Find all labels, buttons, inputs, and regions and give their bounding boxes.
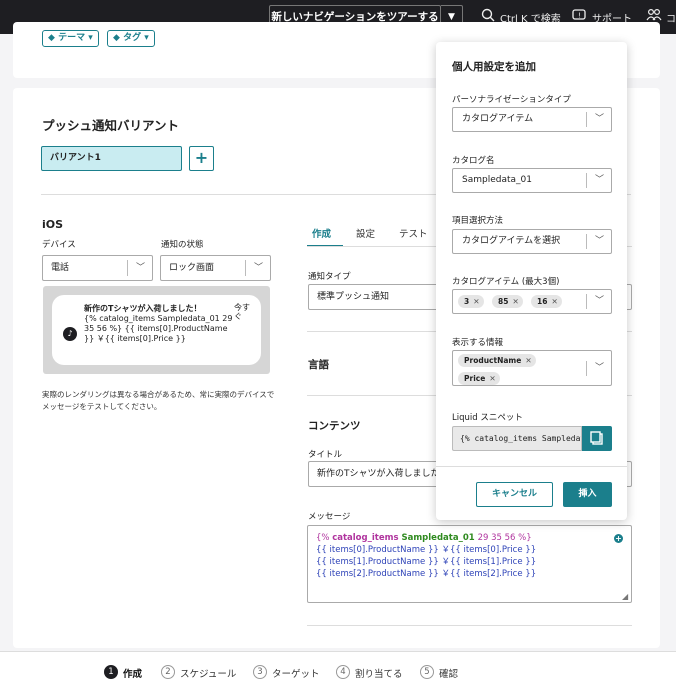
remove-chip-icon[interactable]: ✕ (473, 297, 479, 306)
personalization-type-value: カタログアイテム (462, 114, 534, 124)
add-personalization-icon[interactable]: + (614, 534, 623, 543)
tag-icon: ◆ (113, 33, 120, 43)
step-number: 4 (336, 665, 350, 679)
chevron-down-icon: ﹀ (594, 236, 604, 246)
title-label: タイトル (308, 450, 343, 460)
chevron-down-icon: ﹀ (594, 114, 604, 124)
section-title: プッシュ通知バリアント (42, 118, 180, 133)
contents-label: コンテンツ (308, 420, 361, 432)
palette-icon: ◆ (48, 33, 55, 43)
tab-compose[interactable]: 作成 (312, 226, 331, 240)
catalog-name-label: カタログ名 (452, 156, 495, 166)
device-label: デバイス (42, 240, 76, 250)
device-value: 電話 (51, 263, 70, 273)
remove-chip-icon[interactable]: ✕ (512, 297, 518, 306)
message-label: メッセージ (308, 512, 351, 522)
notification-time: 今すぐ (234, 303, 250, 321)
search-icon (481, 8, 495, 22)
step-number: 2 (161, 665, 175, 679)
chevron-down-icon: ﹀ (594, 363, 604, 373)
notification-preview: ♪ 新作のTシャツが入荷しました！ 今すぐ {% catalog_items S… (52, 295, 261, 365)
insert-button[interactable]: 挿入 (563, 482, 612, 507)
tag-label: タグ (123, 33, 142, 43)
step-schedule[interactable]: スケジュール (180, 666, 236, 680)
item-selection-select[interactable]: カタログアイテムを選択 ﹀ (452, 229, 612, 254)
item-selection-value: カタログアイテムを選択 (462, 236, 561, 246)
item-selection-label: 項目選択方法 (452, 216, 504, 226)
message-line: {% catalog_items Sampledata_01 29 35 56 … (316, 533, 532, 543)
device-preview: ♪ 新作のTシャツが入荷しました！ 今すぐ {% catalog_items S… (43, 286, 270, 374)
tab-test[interactable]: テスト (399, 226, 428, 240)
copy-button[interactable] (582, 426, 612, 451)
language-label: 言語 (308, 359, 329, 371)
step-confirm[interactable]: 確認 (439, 666, 458, 680)
step-number: 3 (253, 665, 267, 679)
app-icon: ♪ (63, 327, 77, 341)
step-compose[interactable]: 作成 (123, 666, 142, 680)
notif-state-label: 通知の状態 (161, 240, 204, 250)
personalization-type-select[interactable]: カタログアイテム ﹀ (452, 107, 612, 132)
panel-title: 個人用設定を追加 (452, 61, 536, 73)
message-line: {{ items[0].ProductName }} ￥{{ items[0].… (316, 545, 537, 555)
chevron-down-icon: ▾ (144, 33, 149, 43)
resize-handle-icon[interactable]: ◢ (622, 592, 628, 601)
theme-button[interactable]: ◆ テーマ ▾ (42, 30, 99, 47)
notif-type-value: 標準プッシュ通知 (317, 292, 390, 302)
chevron-down-icon: ﹀ (594, 175, 604, 185)
theme-label: テーマ (58, 33, 86, 43)
liquid-snippet-label: Liquid スニペット (452, 413, 523, 423)
community-icon (646, 8, 662, 21)
tab-settings[interactable]: 設定 (356, 226, 375, 240)
chevron-down-icon: ▼ (448, 12, 455, 22)
catalog-name-select[interactable]: Sampledata_01 ﹀ (452, 168, 612, 193)
step-target[interactable]: ターゲット (272, 666, 320, 680)
notification-body: {% catalog_items Sampledata_01 29 35 56 … (84, 314, 233, 343)
chevron-down-icon: ﹀ (253, 263, 263, 273)
chevron-down-icon: ▾ (88, 33, 93, 43)
remove-chip-icon[interactable]: ✕ (525, 356, 531, 365)
step-number: 1 (104, 665, 118, 679)
display-info-label: 表示する情報 (452, 338, 504, 348)
step-navigation: 1 作成 2 スケジュール 3 ターゲット 4 割り当てる 5 確認 (0, 651, 676, 692)
message-line: {{ items[2].ProductName }} ￥{{ items[2].… (316, 569, 537, 579)
device-select[interactable]: 電話 ﹀ (42, 255, 153, 281)
divider (307, 625, 632, 626)
liquid-snippet-field[interactable]: {% catalog_items Sampledata_01 3 85 16 %… (452, 426, 582, 451)
catalog-item-chip: 85 ✕ (492, 295, 523, 308)
title-value: 新作のTシャツが入荷しました (317, 469, 440, 479)
message-line: {{ items[1].ProductName }} ￥{{ items[1].… (316, 557, 537, 567)
remove-chip-icon[interactable]: ✕ (489, 374, 495, 383)
preview-disclaimer: 実際のレンダリングは異なる場合があるため、常に実際のデバイスでメッセージをテスト… (42, 390, 275, 411)
notif-type-label: 通知タイプ (308, 272, 351, 282)
panel-divider (436, 466, 627, 467)
plus-icon: + (194, 148, 209, 167)
message-textarea[interactable]: {% catalog_items Sampledata_01 29 35 56 … (307, 525, 632, 603)
catalog-items-label: カタログアイテム (最大3個) (452, 277, 560, 287)
svg-text:!: ! (578, 12, 581, 20)
cancel-button[interactable]: キャンセル (476, 482, 553, 507)
catalog-name-value: Sampledata_01 (462, 175, 532, 185)
step-number: 5 (420, 665, 434, 679)
catalog-item-chip: 3 ✕ (458, 295, 484, 308)
catalog-item-chip: 16 ✕ (531, 295, 562, 308)
community-link[interactable]: コ (666, 10, 676, 25)
add-personalization-panel: 個人用設定を追加 パーソナライゼーションタイプ カタログアイテム ﹀ カタログ名… (436, 42, 627, 520)
personalization-type-label: パーソナライゼーションタイプ (452, 95, 571, 105)
tag-button[interactable]: ◆ タグ ▾ (107, 30, 155, 47)
copy-icon (590, 431, 603, 445)
display-info-chip: ProductName ✕ (458, 354, 536, 367)
display-info-chip: Price ✕ (458, 372, 500, 385)
notification-title: 新作のTシャツが入荷しました！ (84, 304, 202, 313)
notif-state-value: ロック画面 (169, 263, 215, 273)
add-variant-button[interactable]: + (189, 146, 214, 171)
chat-support-icon: ! (572, 9, 586, 20)
platform-label: iOS (42, 218, 64, 231)
chevron-down-icon: ﹀ (135, 263, 145, 273)
step-assign[interactable]: 割り当てる (355, 666, 403, 680)
remove-chip-icon[interactable]: ✕ (551, 297, 557, 306)
chevron-down-icon: ﹀ (594, 296, 604, 306)
notif-state-select[interactable]: ロック画面 ﹀ (160, 255, 271, 281)
variant-tab-1[interactable]: バリアント1 (41, 146, 182, 171)
